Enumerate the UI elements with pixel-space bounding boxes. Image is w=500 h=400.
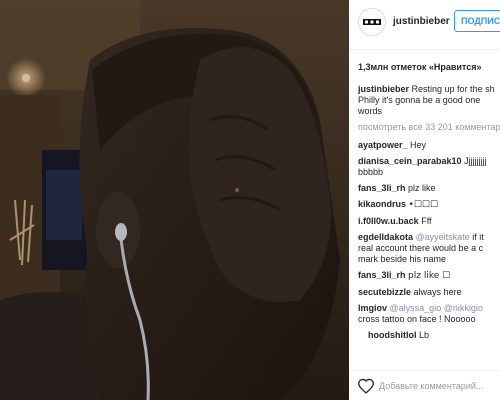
comment-username[interactable]: secutebizzle <box>358 287 411 297</box>
caption-line: Resting up for the sh <box>411 84 495 94</box>
comment-text: plz like <box>408 183 436 193</box>
list-item: hoodshitlol Lb <box>358 330 500 341</box>
comment-text: bbbbb <box>358 167 384 177</box>
comment-text: always here <box>413 287 462 297</box>
comment-text: if it <box>472 232 484 242</box>
like-count[interactable]: 1,3млн отметок «Нравится» <box>358 62 481 72</box>
comment-username[interactable]: hoodshitlol <box>368 330 417 340</box>
comment-username[interactable]: ayatpower_ <box>358 140 408 150</box>
comment-mention[interactable]: @ayyeitskate <box>416 232 470 242</box>
photo-illustration <box>0 0 349 400</box>
avatar[interactable] <box>358 8 386 36</box>
caption: justinbieber Resting up for the sh Phill… <box>358 84 500 117</box>
caption-line: words <box>358 106 383 116</box>
comment-input[interactable] <box>379 378 500 394</box>
list-item: lmgiov @alyssa_gio @nikkigio cross tatto… <box>358 303 500 325</box>
post-header: justinbieber ПОДПИСАТЬСЯ <box>349 0 500 50</box>
comment-text: plz like ☐ <box>408 271 451 281</box>
post-username[interactable]: justinbieber <box>393 16 450 27</box>
list-item: fans_3li_rh plz like ☐ <box>358 270 500 282</box>
caption-username[interactable]: justinbieber <box>358 84 409 94</box>
heart-outline-icon[interactable] <box>357 378 375 394</box>
post-photo[interactable] <box>0 0 349 400</box>
comment-text: mark beside his name <box>358 254 447 264</box>
list-item: dianisa_cein_parabak10 Jjjjjjjjjj bbbbb <box>358 156 500 178</box>
comment-username[interactable]: dianisa_cein_parabak10 <box>358 156 462 166</box>
comment-text: •☐☐☐ <box>408 200 439 210</box>
list-item: secutebizzle always here <box>358 287 500 298</box>
list-item: kikaondrus •☐☐☐ <box>358 199 500 211</box>
comment-text: Hey <box>410 140 427 150</box>
comment-username[interactable]: egdelldakota <box>358 232 413 242</box>
comment-text: real account there would be a c <box>358 243 484 253</box>
comment-mention[interactable]: @alyssa_gio @nikkigio <box>390 303 483 313</box>
view-all-comments-link[interactable]: посмотреть все 33 201 комментарий <box>358 122 500 133</box>
list-item: i.f0ll0w.u.back Fff <box>358 216 500 227</box>
comment-username[interactable]: i.f0ll0w.u.back <box>358 216 419 226</box>
comment-bar <box>349 370 500 400</box>
caption-line: Philly it's gonna be a good one <box>358 95 481 105</box>
follow-button[interactable]: ПОДПИСАТЬСЯ <box>454 10 500 32</box>
comment-username[interactable]: fans_3li_rh <box>358 270 406 280</box>
list-item: egdelldakota @ayyeitskate if it real acc… <box>358 232 500 265</box>
comment-text: Jjjjjjjjjj <box>464 156 487 166</box>
comment-username[interactable]: lmgiov <box>358 303 387 313</box>
comment-list[interactable]: justinbieber Resting up for the sh Phill… <box>358 84 500 364</box>
list-item: fans_3li_rh plz like <box>358 183 500 194</box>
comment-text: Lb <box>419 330 430 340</box>
avatar-logo-icon <box>359 9 385 35</box>
list-item: ayatpower_ Hey <box>358 140 500 151</box>
comment-text: Fff <box>421 216 432 226</box>
comment-text: cross tattoo on face ! Nooooo <box>358 314 476 324</box>
comment-username[interactable]: kikaondrus <box>358 199 406 209</box>
comment-username[interactable]: fans_3li_rh <box>358 183 406 193</box>
post-sidebar: justinbieber ПОДПИСАТЬСЯ 1,3млн отметок … <box>349 0 500 400</box>
instagram-post: justinbieber ПОДПИСАТЬСЯ 1,3млн отметок … <box>0 0 500 400</box>
